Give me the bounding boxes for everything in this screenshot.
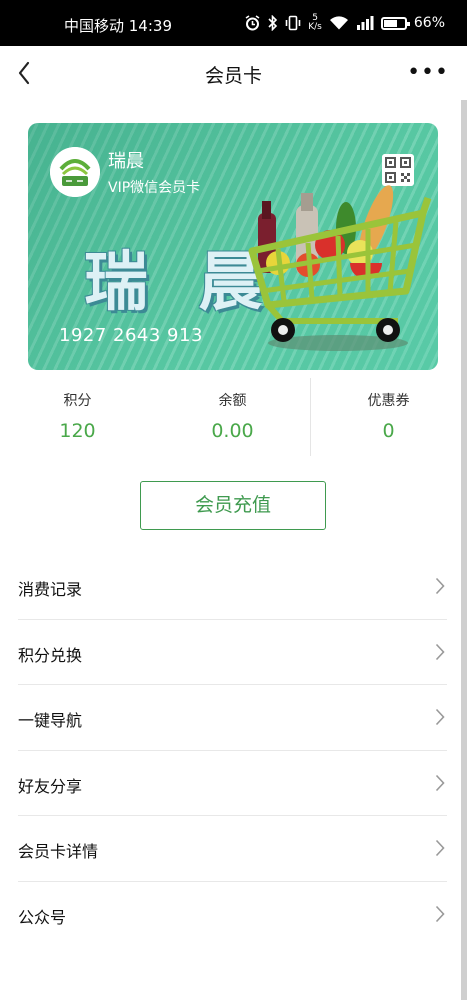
brand-logo	[50, 147, 100, 197]
coupons-value: 0	[382, 420, 395, 442]
alarm-icon	[245, 15, 260, 31]
chevron-right-icon	[435, 905, 445, 922]
balance-stat[interactable]: 余额 0.00	[155, 378, 310, 442]
more-options-button[interactable]: •••	[407, 60, 449, 85]
bluetooth-icon	[268, 15, 278, 31]
signal-icon	[356, 16, 374, 30]
account-stats: 积分 120 余额 0.00 优惠券 0	[0, 378, 467, 456]
coupons-stat[interactable]: 优惠券 0	[311, 378, 466, 442]
card-type: VIP微信会员卡	[108, 180, 201, 196]
status-icons: 5 K/s 66%	[245, 14, 445, 32]
wifi-icon	[329, 16, 348, 30]
menu-item-consumption-records[interactable]: 消费记录	[18, 554, 447, 620]
menu-item-label: 一键导航	[18, 711, 83, 730]
coupons-label: 优惠券	[367, 393, 410, 409]
menu-item-card-details[interactable]: 会员卡详情	[18, 816, 447, 882]
balance-label: 余额	[218, 393, 247, 409]
balance-value: 0.00	[211, 420, 254, 442]
chevron-right-icon	[435, 708, 445, 726]
menu-item-label: 好友分享	[18, 776, 83, 796]
battery-icon	[380, 16, 410, 30]
page-title: 会员卡	[204, 65, 262, 87]
chevron-right-icon	[435, 577, 445, 595]
points-label: 积分	[63, 393, 92, 409]
battery-percent: 66%	[413, 15, 445, 31]
carrier-time: 中国移动 14:39	[64, 17, 172, 35]
points-value: 120	[59, 420, 96, 442]
speed-unit: K/s	[308, 22, 322, 32]
menu-item-navigation[interactable]: 一键导航	[18, 685, 447, 751]
menu-list: 消费记录 积分兑换 一键导航 好友分享 会员卡详情 公众号	[18, 554, 447, 947]
speed-indicator: 5 K/s	[308, 14, 322, 32]
chevron-right-icon	[435, 839, 445, 857]
brand-name: 瑞晨	[108, 151, 144, 172]
vibrate-icon	[285, 15, 301, 31]
shopping-cart-illustration	[248, 185, 432, 351]
menu-item-label: 消费记录	[18, 580, 83, 599]
menu-item-label: 公众号	[18, 907, 67, 927]
points-stat[interactable]: 积分 120	[0, 378, 155, 442]
member-card: 瑞晨 VIP微信会员卡 瑞 晨 1927 2643 913	[28, 123, 438, 370]
menu-item-official-account[interactable]: 公众号	[18, 882, 447, 948]
nav-bar: 会员卡 •••	[0, 46, 467, 100]
menu-item-share-friends[interactable]: 好友分享	[18, 751, 447, 816]
recharge-button[interactable]: 会员充值	[140, 481, 326, 530]
status-bar: 中国移动 14:39 5 K/s 66%	[0, 0, 467, 46]
menu-item-points-exchange[interactable]: 积分兑换	[18, 620, 447, 685]
menu-item-label: 积分兑换	[18, 645, 83, 665]
card-number: 1927 2643 913	[59, 325, 203, 346]
chevron-right-icon	[435, 774, 445, 791]
menu-item-label: 会员卡详情	[18, 842, 99, 861]
chevron-right-icon	[435, 643, 445, 660]
scrollbar[interactable]	[461, 100, 467, 1000]
